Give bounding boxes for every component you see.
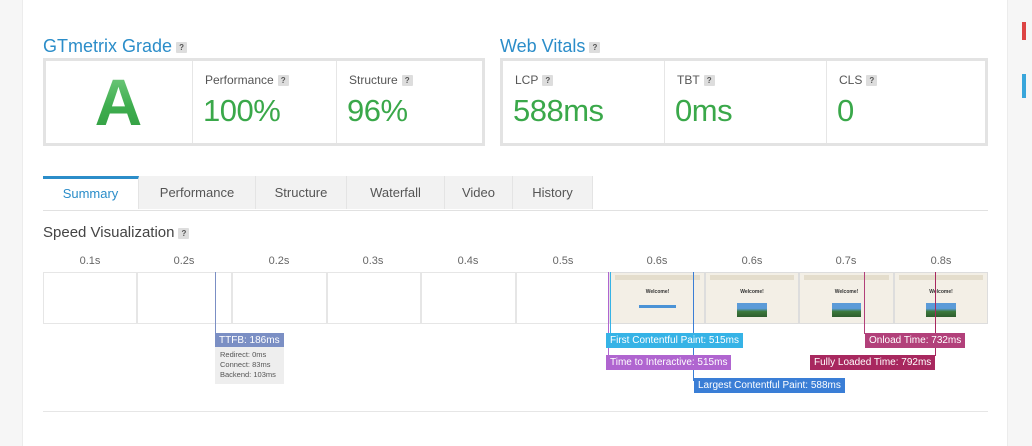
lcp-cell: LCP? 588ms (503, 61, 664, 143)
timeline-tick: 0.6s (741, 255, 763, 267)
cls-value: 0 (837, 93, 854, 128)
screenshot-header-bar (710, 275, 794, 280)
performance-cell: Performance? 100% (192, 61, 336, 143)
timeline-tick: 0.2s (173, 255, 195, 267)
timeline-tick: 0.1s (79, 255, 101, 267)
structure-value: 96% (347, 93, 408, 128)
grade-letter-text: A (94, 65, 143, 139)
cls-label: CLS? (839, 73, 878, 87)
gutter-mark-red (1022, 22, 1026, 40)
ttfb-backend: Backend: 103ms (220, 370, 276, 379)
help-icon[interactable]: ? (176, 41, 188, 53)
lcp-label-text: LCP (515, 73, 539, 87)
screenshot-header-bar (899, 275, 983, 280)
tti-marker: Time to Interactive: 515ms (606, 355, 732, 370)
ttfb-marker: TTFB: 186ms (215, 333, 284, 348)
speed-visualization-title-text: Speed Visualization (43, 224, 175, 241)
fcp-line (610, 272, 611, 334)
tab-history[interactable]: History (513, 176, 593, 209)
timeline-tick: 0.8s (930, 255, 952, 267)
fcp-marker: First Contentful Paint: 515ms (606, 333, 743, 348)
structure-label-text: Structure (349, 73, 398, 87)
ttfb-redirect: Redirect: 0ms (220, 350, 267, 359)
gtmetrix-grade-title: GTmetrix Grade? (43, 36, 188, 57)
web-vitals-box: LCP? 588ms TBT? 0ms CLS? 0 (500, 58, 988, 146)
help-icon[interactable]: ? (401, 75, 413, 87)
ttfb-line (215, 272, 216, 334)
speed-visualization-title: Speed Visualization? (43, 224, 190, 241)
performance-label: Performance? (205, 73, 289, 87)
timeline-tick: 0.4s (457, 255, 479, 267)
help-icon[interactable]: ? (542, 75, 554, 87)
filmstrip-frame (232, 272, 327, 324)
tbt-value: 0ms (675, 93, 733, 128)
timeline-tick: 0.2s (268, 255, 290, 267)
filmstrip-frame (327, 272, 421, 324)
filmstrip-screenshot: Welcome! (799, 272, 894, 324)
section-divider (43, 411, 988, 412)
performance-value: 100% (203, 93, 281, 128)
filmstrip-screenshot: Welcome! (610, 272, 705, 324)
filmstrip-screenshot: Welcome! (705, 272, 799, 324)
filmstrip-frame (137, 272, 232, 324)
onload-line (864, 272, 865, 334)
right-gutter (1007, 0, 1032, 446)
structure-cell: Structure? 96% (336, 61, 482, 143)
lcp-value: 588ms (513, 93, 604, 128)
help-icon[interactable]: ? (277, 75, 289, 87)
fully-loaded-marker: Fully Loaded Time: 792ms (810, 355, 936, 370)
timeline-tick: 0.3s (362, 255, 384, 267)
screenshot-hero-image (831, 303, 862, 317)
left-gutter (0, 0, 23, 446)
tab-structure[interactable]: Structure (256, 176, 347, 209)
ttfb-breakdown: Redirect: 0ms Connect: 83ms Backend: 103… (215, 347, 284, 384)
cls-label-text: CLS (839, 73, 863, 87)
gutter-mark-blue (1022, 74, 1026, 98)
onload-marker: Onload Time: 732ms (865, 333, 966, 348)
ttfb-connect: Connect: 83ms (220, 360, 271, 369)
web-vitals-title-text: Web Vitals (500, 36, 586, 56)
screenshot-title: Welcome! (645, 289, 670, 295)
grade-letter: A (46, 61, 191, 143)
screenshot-hero-image (926, 303, 956, 317)
screenshot-title: Welcome! (740, 289, 764, 295)
timeline-tick: 0.7s (835, 255, 857, 267)
screenshot-hero-image (737, 303, 767, 317)
tbt-label-text: TBT (677, 73, 700, 87)
filmstrip-screenshot: Welcome! (894, 272, 988, 324)
lcp-marker: Largest Contentful Paint: 588ms (694, 378, 845, 393)
tab-summary[interactable]: Summary (43, 176, 139, 209)
performance-label-text: Performance (205, 73, 274, 87)
structure-label: Structure? (349, 73, 413, 87)
screenshot-header-bar (615, 275, 700, 280)
screenshot-loading-bar (638, 305, 677, 308)
screenshot-header-bar (804, 275, 889, 280)
help-icon[interactable]: ? (589, 41, 601, 53)
screenshot-title: Welcome! (929, 289, 953, 295)
tbt-label: TBT? (677, 73, 715, 87)
cls-cell: CLS? 0 (826, 61, 985, 143)
help-icon[interactable]: ? (866, 75, 878, 87)
filmstrip-frame (516, 272, 610, 324)
filmstrip-frame (421, 272, 516, 324)
tab-performance[interactable]: Performance (139, 176, 256, 209)
tab-video[interactable]: Video (445, 176, 513, 209)
tab-waterfall[interactable]: Waterfall (347, 176, 445, 209)
report-tabs: Summary Performance Structure Waterfall … (43, 176, 988, 211)
help-icon[interactable]: ? (703, 75, 715, 87)
screenshot-title: Welcome! (834, 289, 859, 295)
gtmetrix-grade-title-text: GTmetrix Grade (43, 36, 173, 56)
web-vitals-title: Web Vitals? (500, 36, 601, 57)
timeline-tick: 0.5s (552, 255, 574, 267)
help-icon[interactable]: ? (178, 227, 190, 239)
timeline-tick: 0.6s (646, 255, 668, 267)
tbt-cell: TBT? 0ms (664, 61, 826, 143)
filmstrip-frame (43, 272, 137, 324)
lcp-label: LCP? (515, 73, 554, 87)
gtmetrix-grade-box: A Performance? 100% Structure? 96% (43, 58, 485, 146)
